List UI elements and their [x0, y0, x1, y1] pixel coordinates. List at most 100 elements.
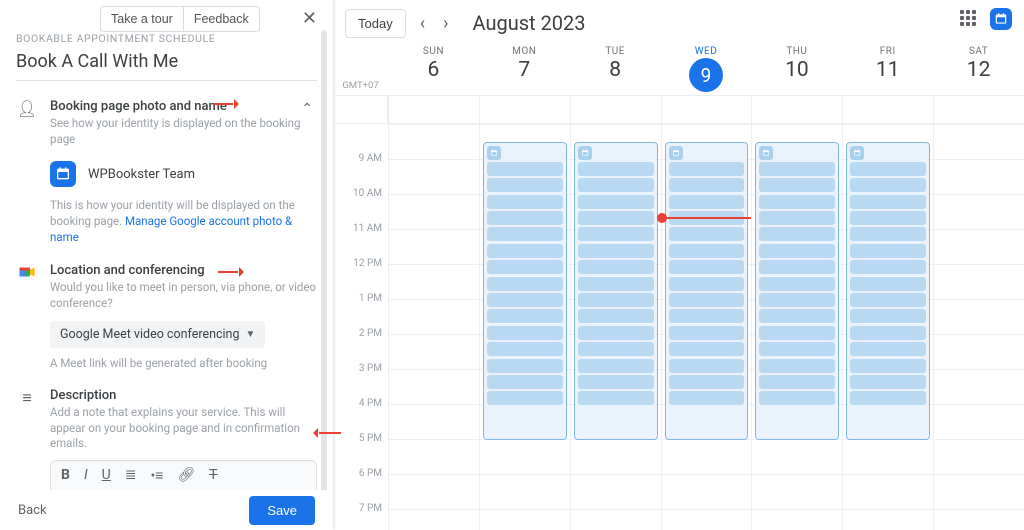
- appointment-slot[interactable]: [487, 162, 563, 176]
- next-week-button[interactable]: ›: [439, 11, 452, 36]
- appointment-slot[interactable]: [850, 391, 926, 405]
- numbered-list-icon[interactable]: ≣: [125, 467, 137, 484]
- availability-block[interactable]: [665, 142, 749, 440]
- appointment-slot[interactable]: [487, 342, 563, 356]
- appointment-slot[interactable]: [850, 227, 926, 241]
- appointment-slot[interactable]: [669, 359, 745, 373]
- appointment-slot[interactable]: [850, 359, 926, 373]
- appointment-slot[interactable]: [850, 178, 926, 192]
- appointment-slot[interactable]: [850, 244, 926, 258]
- appointment-slot[interactable]: [850, 277, 926, 291]
- appointment-slot[interactable]: [759, 375, 835, 389]
- day-column[interactable]: [479, 124, 570, 530]
- appointment-slot[interactable]: [669, 309, 745, 323]
- appointment-slot[interactable]: [850, 260, 926, 274]
- appointment-slot[interactable]: [487, 277, 563, 291]
- appointment-slot[interactable]: [578, 375, 654, 389]
- availability-block[interactable]: [574, 142, 658, 440]
- appointment-slot[interactable]: [759, 309, 835, 323]
- appointment-slot[interactable]: [669, 260, 745, 274]
- bullet-list-icon[interactable]: •≡: [150, 467, 163, 484]
- conferencing-dropdown[interactable]: Google Meet video conferencing ▼: [50, 321, 265, 348]
- appointment-slot[interactable]: [578, 359, 654, 373]
- appointment-slot[interactable]: [487, 178, 563, 192]
- appointment-slot[interactable]: [487, 244, 563, 258]
- save-button[interactable]: Save: [249, 496, 315, 525]
- prev-week-button[interactable]: ‹: [416, 11, 429, 36]
- feedback-button[interactable]: Feedback: [184, 6, 260, 32]
- appointment-slot[interactable]: [759, 391, 835, 405]
- appointment-slot[interactable]: [669, 244, 745, 258]
- appointment-slot[interactable]: [759, 195, 835, 209]
- apps-grid-icon[interactable]: [960, 10, 978, 28]
- appointment-slot[interactable]: [759, 162, 835, 176]
- appointment-slot[interactable]: [578, 211, 654, 225]
- day-column[interactable]: [570, 124, 661, 530]
- day-column[interactable]: [388, 124, 479, 530]
- appointment-slot[interactable]: [759, 277, 835, 291]
- appointment-slot[interactable]: [669, 195, 745, 209]
- appointment-slot[interactable]: [578, 227, 654, 241]
- availability-block[interactable]: [483, 142, 567, 440]
- italic-icon[interactable]: I: [84, 467, 88, 484]
- today-button[interactable]: Today: [345, 9, 406, 38]
- appointment-slot[interactable]: [669, 162, 745, 176]
- schedule-title[interactable]: Book A Call With Me: [16, 51, 317, 81]
- appointment-slot[interactable]: [669, 375, 745, 389]
- calendar-app-icon[interactable]: [990, 8, 1012, 30]
- day-header-cell[interactable]: THU10: [751, 40, 842, 95]
- appointment-slot[interactable]: [759, 359, 835, 373]
- bold-icon[interactable]: B: [61, 467, 70, 484]
- appointment-slot[interactable]: [487, 195, 563, 209]
- take-tour-button[interactable]: Take a tour: [100, 6, 184, 32]
- clear-format-icon[interactable]: T: [209, 467, 217, 484]
- appointment-slot[interactable]: [578, 260, 654, 274]
- appointment-slot[interactable]: [759, 178, 835, 192]
- appointment-slot[interactable]: [669, 227, 745, 241]
- appointment-slot[interactable]: [850, 195, 926, 209]
- day-header-cell[interactable]: MON7: [479, 40, 570, 95]
- appointment-slot[interactable]: [759, 227, 835, 241]
- appointment-slot[interactable]: [578, 309, 654, 323]
- appointment-slot[interactable]: [850, 162, 926, 176]
- day-header-cell[interactable]: SAT12: [933, 40, 1024, 95]
- day-column[interactable]: [933, 124, 1024, 530]
- appointment-slot[interactable]: [487, 211, 563, 225]
- appointment-slot[interactable]: [578, 342, 654, 356]
- availability-block[interactable]: [846, 142, 930, 440]
- appointment-slot[interactable]: [850, 375, 926, 389]
- appointment-slot[interactable]: [669, 342, 745, 356]
- appointment-slot[interactable]: [759, 293, 835, 307]
- appointment-slot[interactable]: [850, 293, 926, 307]
- appointment-slot[interactable]: [487, 391, 563, 405]
- appointment-slot[interactable]: [487, 326, 563, 340]
- day-header-cell[interactable]: FRI11: [842, 40, 933, 95]
- appointment-slot[interactable]: [850, 211, 926, 225]
- appointment-slot[interactable]: [487, 260, 563, 274]
- back-button[interactable]: Back: [18, 503, 47, 518]
- appointment-slot[interactable]: [850, 326, 926, 340]
- day-column[interactable]: [842, 124, 933, 530]
- appointment-slot[interactable]: [487, 227, 563, 241]
- day-header-cell[interactable]: WED9: [661, 40, 752, 95]
- appointment-slot[interactable]: [669, 326, 745, 340]
- availability-block[interactable]: [755, 142, 839, 440]
- appointment-slot[interactable]: [669, 178, 745, 192]
- appointment-slot[interactable]: [759, 260, 835, 274]
- day-column[interactable]: [661, 124, 752, 530]
- calendar-grid[interactable]: 9 AM10 AM11 AM12 PM1 PM2 PM3 PM4 PM5 PM6…: [333, 124, 1024, 530]
- link-icon[interactable]: 🔗︎: [177, 467, 195, 484]
- day-header-cell[interactable]: SUN6: [388, 40, 479, 95]
- appointment-slot[interactable]: [578, 277, 654, 291]
- appointment-slot[interactable]: [669, 277, 745, 291]
- chevron-up-icon[interactable]: ⌃: [301, 101, 313, 117]
- appointment-slot[interactable]: [487, 359, 563, 373]
- appointment-slot[interactable]: [578, 162, 654, 176]
- appointment-slot[interactable]: [759, 211, 835, 225]
- appointment-slot[interactable]: [578, 195, 654, 209]
- appointment-slot[interactable]: [578, 244, 654, 258]
- appointment-slot[interactable]: [578, 391, 654, 405]
- appointment-slot[interactable]: [850, 342, 926, 356]
- appointment-slot[interactable]: [759, 326, 835, 340]
- appointment-slot[interactable]: [487, 375, 563, 389]
